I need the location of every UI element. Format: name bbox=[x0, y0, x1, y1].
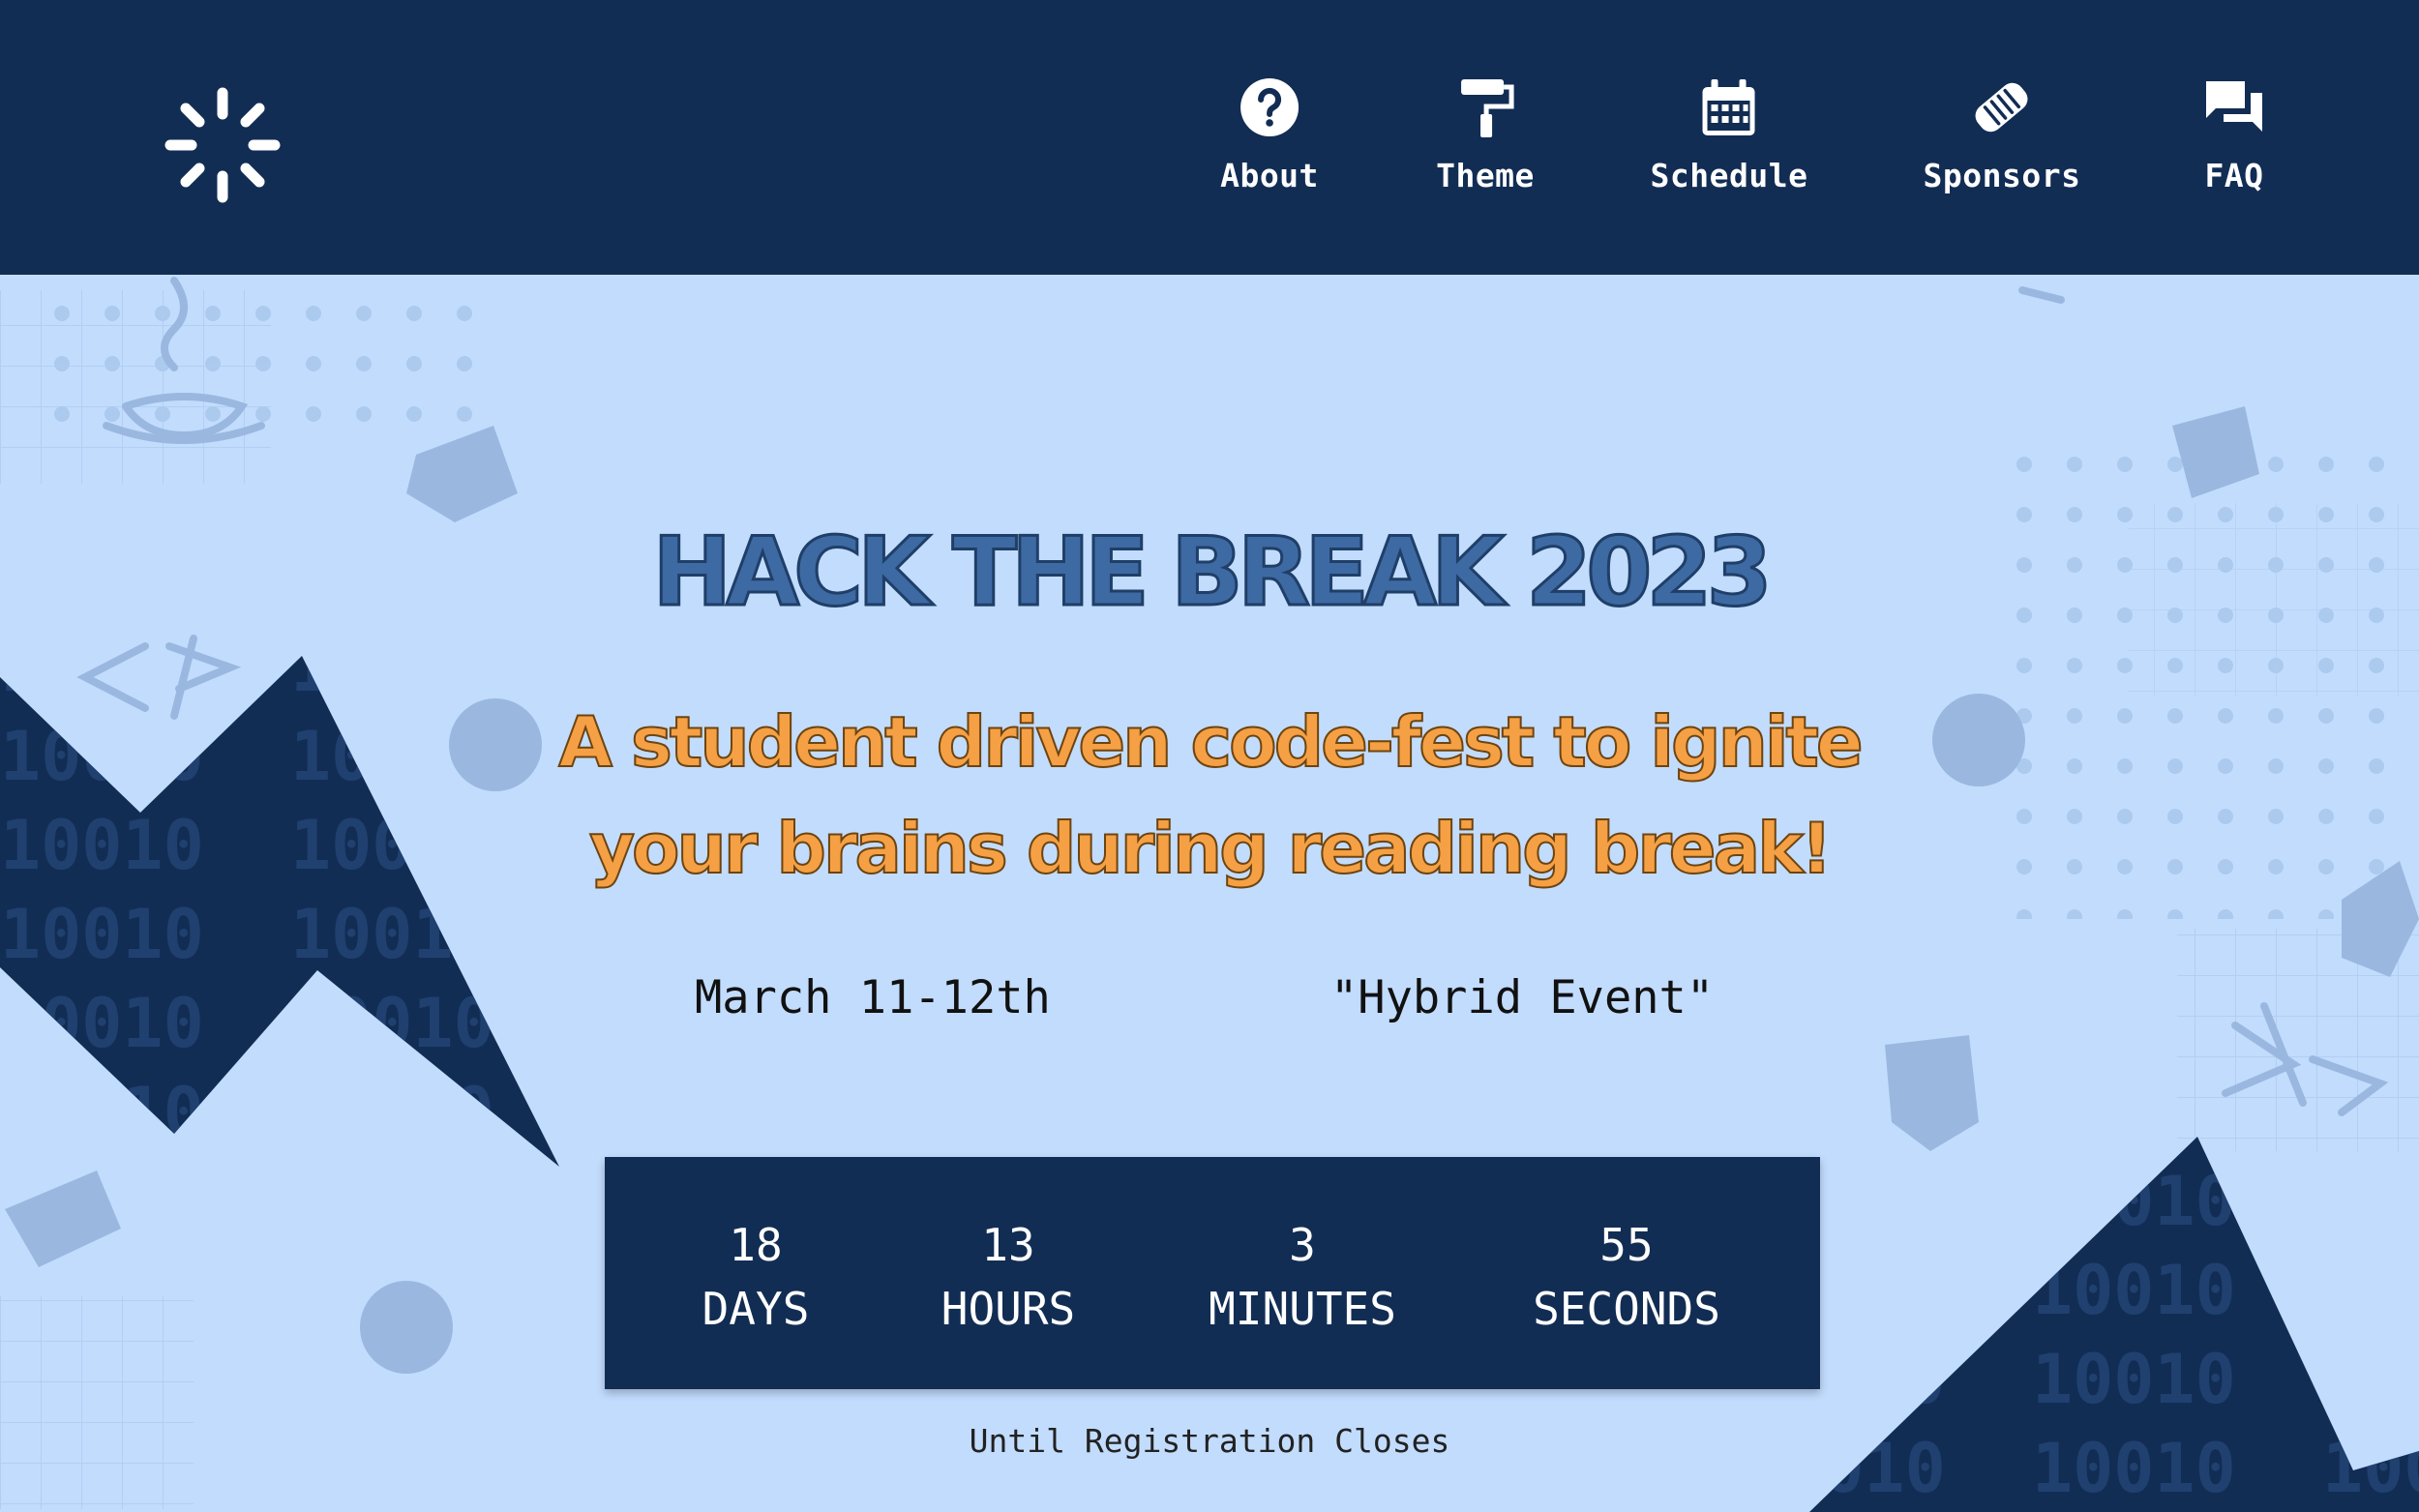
nav-label-schedule: Schedule bbox=[1650, 157, 1808, 194]
countdown-minutes-label: MINUTES bbox=[1209, 1283, 1396, 1335]
question-circle-icon bbox=[1240, 78, 1299, 136]
chat-icon bbox=[2206, 81, 2262, 132]
nav-label-about: About bbox=[1220, 157, 1319, 194]
top-navbar: About Theme Schedule Sponsors FAQ bbox=[0, 0, 2419, 275]
countdown-minutes: 3 MINUTES bbox=[1209, 1213, 1396, 1341]
countdown-hours-value: 13 bbox=[981, 1219, 1035, 1271]
nav-item-theme[interactable]: Theme bbox=[1436, 75, 1535, 221]
handshake-icon bbox=[1976, 82, 2028, 133]
countdown-days: 18 DAYS bbox=[702, 1213, 810, 1341]
nav-item-schedule[interactable]: Schedule bbox=[1651, 75, 1808, 221]
countdown-seconds-label: SECONDS bbox=[1533, 1283, 1720, 1335]
paint-roller-icon bbox=[1461, 79, 1514, 137]
countdown-minutes-value: 3 bbox=[1289, 1219, 1316, 1271]
countdown-seconds-value: 55 bbox=[1599, 1219, 1654, 1271]
nav-label-sponsors: Sponsors bbox=[1923, 157, 2081, 194]
countdown-hours: 13 HOURS bbox=[941, 1213, 1075, 1341]
nav-item-about[interactable]: About bbox=[1220, 75, 1319, 221]
countdown-caption: Until Registration Closes bbox=[969, 1422, 1450, 1460]
countdown-hours-label: HOURS bbox=[941, 1283, 1076, 1335]
nav-item-sponsors[interactable]: Sponsors bbox=[1924, 75, 2081, 221]
hero-tagline: A student driven code-fest to ignite you… bbox=[455, 689, 1964, 902]
loading-spinner-icon[interactable] bbox=[163, 85, 283, 205]
nav-label-theme: Theme bbox=[1436, 157, 1535, 194]
countdown-timer: 18 DAYS 13 HOURS 3 MINUTES 55 SECONDS bbox=[605, 1157, 1820, 1389]
countdown-seconds: 55 SECONDS bbox=[1533, 1213, 1720, 1341]
event-format: "Hybrid Event" bbox=[1330, 971, 1715, 1024]
nav-item-faq[interactable]: FAQ bbox=[2202, 75, 2266, 221]
nav-label-faq: FAQ bbox=[2204, 157, 2264, 194]
countdown-days-value: 18 bbox=[729, 1219, 783, 1271]
calendar-icon bbox=[1702, 79, 1755, 135]
hero-tagline-line-1: A student driven code-fest to ignite bbox=[557, 700, 1865, 784]
event-date: March 11-12th bbox=[695, 971, 1051, 1024]
hero-title: HACK THE BREAK 2023 bbox=[651, 517, 1775, 630]
countdown-days-label: DAYS bbox=[702, 1283, 810, 1335]
hero-tagline-line-2: your brains during reading break! bbox=[588, 807, 1834, 890]
